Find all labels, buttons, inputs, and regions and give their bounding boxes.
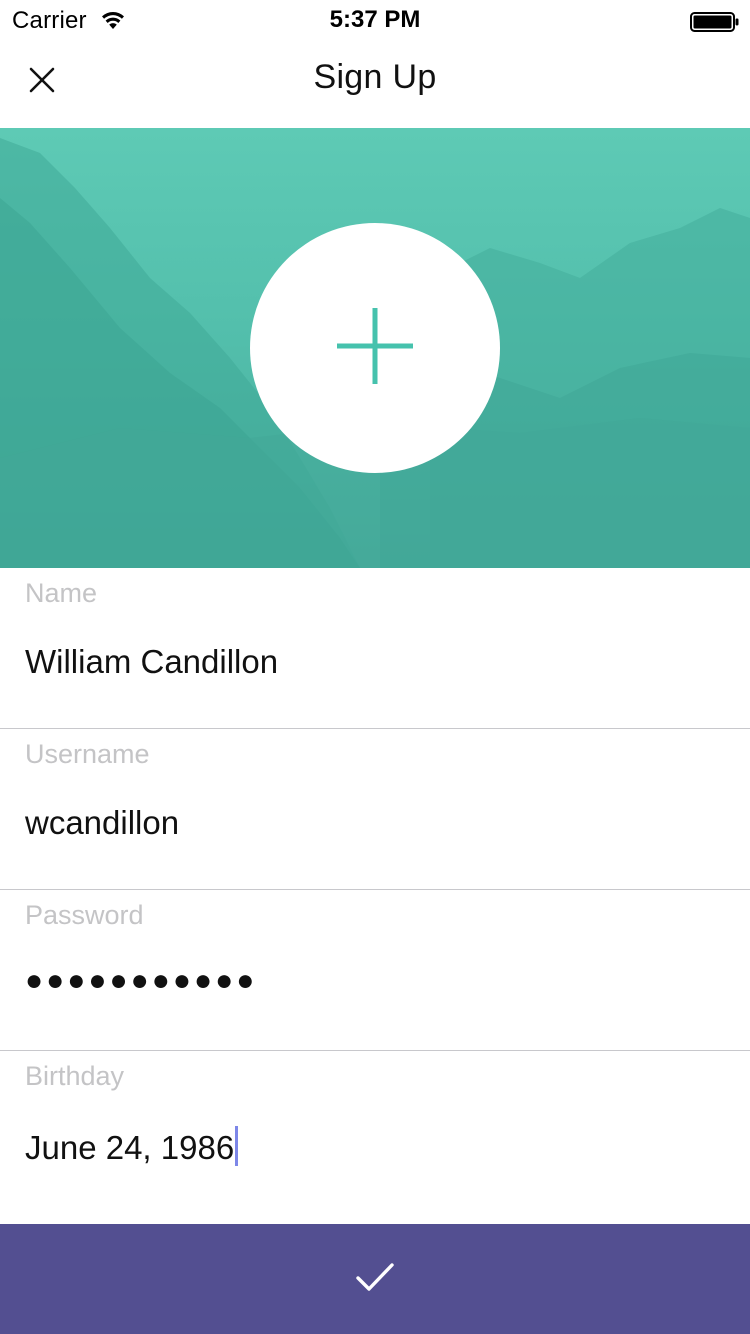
page-title: Sign Up	[313, 58, 437, 96]
birthday-input[interactable]: June 24, 1986	[25, 1126, 239, 1167]
name-label: Name	[25, 578, 98, 608]
navigation-bar: Sign Up	[0, 40, 750, 128]
password-label: Password	[25, 900, 144, 930]
birthday-value: June 24, 1986	[25, 1129, 235, 1166]
birthday-label: Birthday	[25, 1061, 125, 1091]
status-time: 5:37 PM	[329, 6, 421, 33]
username-field[interactable]: Username wcandillon	[0, 729, 750, 890]
password-field[interactable]: Password ●●●●●●●●●●●	[0, 890, 750, 1051]
checkmark-icon	[355, 1261, 395, 1298]
plus-icon	[335, 306, 415, 391]
password-input[interactable]: ●●●●●●●●●●●	[25, 964, 257, 998]
add-photo-button[interactable]	[250, 223, 500, 473]
submit-button[interactable]	[0, 1224, 750, 1334]
birthday-field[interactable]: Birthday June 24, 1986	[0, 1051, 750, 1212]
username-label: Username	[25, 739, 150, 769]
header-banner	[0, 128, 750, 568]
status-bar: Carrier 5:37 PM	[0, 0, 750, 40]
text-cursor	[235, 1126, 239, 1166]
sign-up-screen: Carrier 5:37 PM Sign Up Name William Can…	[0, 0, 750, 1334]
name-input[interactable]: William Candillon	[25, 643, 278, 681]
username-input[interactable]: wcandillon	[25, 804, 179, 842]
name-field[interactable]: Name William Candillon	[0, 568, 750, 729]
battery-full-icon	[690, 11, 740, 32]
